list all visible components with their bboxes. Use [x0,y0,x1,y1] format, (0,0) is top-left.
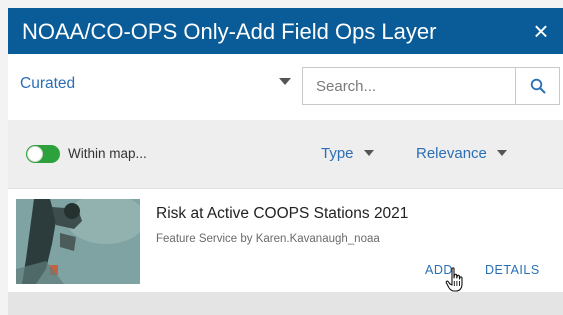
within-map-label: Within map... [68,146,147,161]
diver-thumbnail-image [16,199,140,284]
result-subtitle: Feature Service by Karen.Kavanaugh_noaa [156,233,380,245]
result-thumbnail [16,199,140,284]
panel-title: NOAA/CO-OPS Only-Add Field Ops Layer [22,19,437,44]
filter-bar: Curated [8,54,563,120]
result-item: Risk at Active COOPS Stations 2021 Featu… [8,188,563,292]
source-dropdown[interactable]: Curated [20,75,300,101]
hand-pointer-icon [445,267,463,292]
search-button[interactable] [515,68,559,104]
relevance-sort-label: Relevance [416,145,487,162]
type-filter-label: Type [321,145,354,162]
options-bar: Within map... Type Relevance [8,120,563,188]
panel-footer [8,292,563,315]
caret-down-icon [363,150,374,156]
within-map-toggle[interactable] [26,145,60,163]
search-box [302,67,560,105]
caret-down-icon [279,78,291,85]
search-icon [530,78,546,94]
search-input[interactable] [303,68,513,104]
details-button[interactable]: DETAILS [485,263,540,277]
caret-down-icon [496,150,507,156]
type-filter-dropdown[interactable]: Type [321,145,374,162]
result-title: Risk at Active COOPS Stations 2021 [156,205,409,222]
add-layer-panel: NOAA/CO-OPS Only-Add Field Ops Layer × C… [0,0,563,315]
toggle-knob [27,146,43,162]
panel-header: NOAA/CO-OPS Only-Add Field Ops Layer × [8,8,563,54]
source-dropdown-label: Curated [20,75,76,92]
close-icon[interactable]: × [525,15,557,47]
relevance-sort-dropdown[interactable]: Relevance [416,145,507,162]
